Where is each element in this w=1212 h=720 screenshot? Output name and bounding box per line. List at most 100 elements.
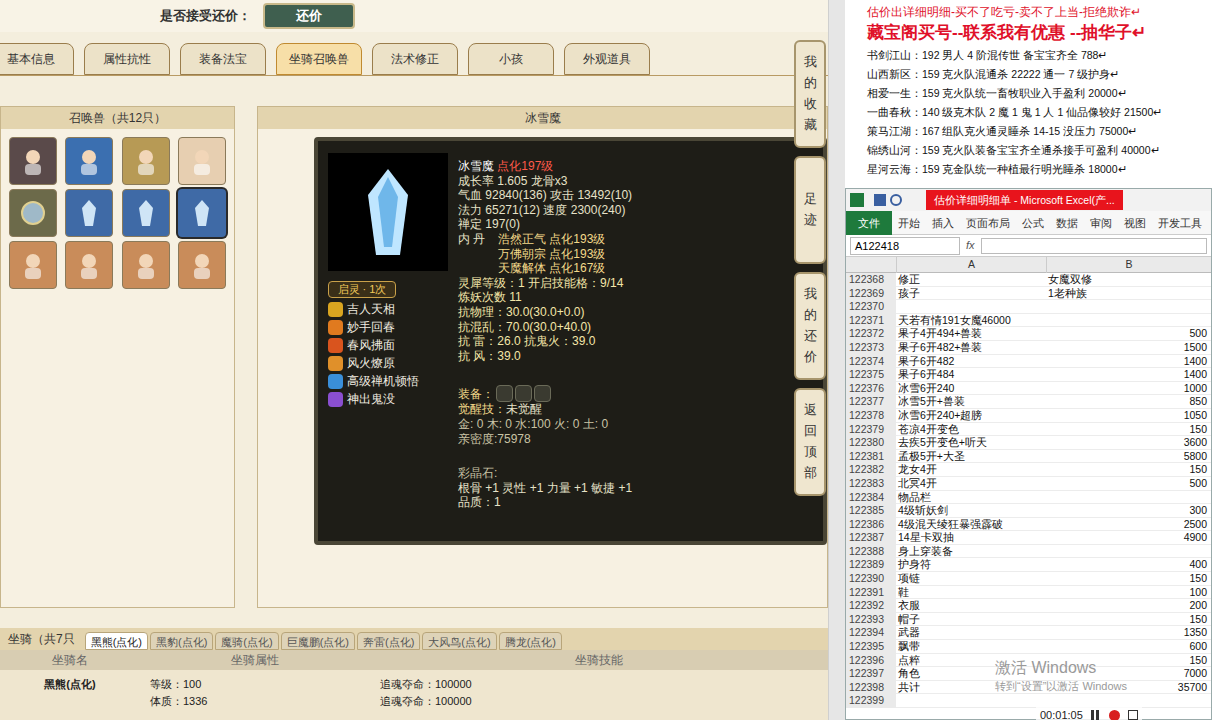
sheet-row[interactable]: 122383北冥4开500 <box>846 477 1211 491</box>
sheet-row[interactable]: 122379苍凉4开变色150 <box>846 423 1211 437</box>
ribbon-tab[interactable]: 公式 <box>1016 211 1050 235</box>
pet-icon[interactable] <box>122 137 170 185</box>
sheet-row[interactable]: 122378冰雪6开240+超膀1050 <box>846 409 1211 423</box>
side-button[interactable]: 我的收藏 <box>794 40 826 148</box>
record-icon[interactable] <box>1109 710 1120 720</box>
tab[interactable]: 属性抗性 <box>84 43 170 75</box>
pet-icon[interactable] <box>122 189 170 237</box>
sheet-row[interactable]: 12238714星卡双抽4900 <box>846 531 1211 545</box>
sheet-row[interactable]: 122390项链150 <box>846 572 1211 586</box>
sheet-row[interactable]: 122391鞋100 <box>846 586 1211 600</box>
excel-title: 估价详细明细单 - Microsoft Excel(产... <box>926 190 1123 210</box>
sheet-row[interactable]: 1223864级混天绫狂暴强霹破2500 <box>846 518 1211 532</box>
counter-offer-button[interactable]: 还价 <box>263 3 355 29</box>
human-icon <box>18 146 48 176</box>
sheet-row[interactable]: 1223854级斩妖剑300 <box>846 504 1211 518</box>
pet-stat: 抗 风：39.0 <box>458 349 823 364</box>
sheet-row[interactable]: 122394武器1350 <box>846 626 1211 640</box>
sheet-row[interactable]: 122389护身符400 <box>846 558 1211 572</box>
mount-tab[interactable]: 黑熊(点化) <box>85 632 148 650</box>
sheet-row[interactable]: 122396点粹150 <box>846 654 1211 668</box>
sheet-row[interactable]: 122384物品栏 <box>846 491 1211 505</box>
tab[interactable]: 法术修正 <box>372 43 458 75</box>
ribbon-tabs: 文件开始插入页面布局公式数据审阅视图开发工具 <box>846 211 1211 235</box>
skill[interactable]: 妙手回春 <box>328 320 458 335</box>
sheet-row[interactable]: 122369孩子1老种族 <box>846 287 1211 301</box>
pet-icon[interactable] <box>65 189 113 237</box>
tab[interactable]: 装备法宝 <box>180 43 266 75</box>
skill[interactable]: 神出鬼没 <box>328 392 458 407</box>
ribbon-tab[interactable]: 文件 <box>846 211 892 235</box>
sheet-row[interactable]: 122380去疾5开变色+听天3600 <box>846 436 1211 450</box>
ribbon-tab[interactable]: 视图 <box>1118 211 1152 235</box>
sheet-row[interactable]: 122382龙女4开150 <box>846 463 1211 477</box>
ribbon-tab[interactable]: 数据 <box>1050 211 1084 235</box>
side-button[interactable]: 我的还价 <box>794 272 826 380</box>
pet-icon[interactable] <box>9 189 57 237</box>
sheet-row[interactable]: 122397角色7000 <box>846 667 1211 681</box>
pet-icon[interactable] <box>178 241 226 289</box>
pet-icon[interactable] <box>178 189 226 237</box>
pause-icon[interactable] <box>1091 710 1101 720</box>
pet-icon[interactable] <box>9 241 57 289</box>
side-button[interactable]: 返回顶部 <box>794 388 826 496</box>
menu-icon[interactable] <box>1128 710 1138 720</box>
sheet-row[interactable]: 122373果子6开482+兽装1500 <box>846 341 1211 355</box>
formula-input[interactable] <box>981 238 1207 254</box>
windows-watermark: 激活 Windows转到“设置”以激活 Windows <box>995 658 1127 694</box>
ribbon-tab[interactable]: 审阅 <box>1084 211 1118 235</box>
undo-icon[interactable] <box>890 194 902 206</box>
equip-slot-icon[interactable] <box>515 385 532 402</box>
sheet-row[interactable]: 122392衣服200 <box>846 599 1211 613</box>
mount-tab[interactable]: 黑豹(点化) <box>150 632 213 650</box>
pet-stat: 抗物理：30.0(30.0+0.0) <box>458 305 823 320</box>
name-box[interactable]: A122418 <box>850 237 960 255</box>
sheet-row[interactable]: 122393帽子150 <box>846 613 1211 627</box>
skill[interactable]: 吉人天相 <box>328 302 458 317</box>
pet-icon[interactable] <box>65 137 113 185</box>
mount-tab[interactable]: 巨魔鹏(点化) <box>281 632 355 650</box>
sheet-row[interactable]: 122381孟极5开+大圣5800 <box>846 450 1211 464</box>
mount-tab[interactable]: 大风鸟(点化) <box>422 632 496 650</box>
sheet-row[interactable]: 122377冰雪5开+兽装850 <box>846 395 1211 409</box>
sheet-row[interactable]: 122368修正女魔双修 <box>846 273 1211 287</box>
sheet-row[interactable]: 122371天若有情191女魔46000 <box>846 314 1211 328</box>
sheet-row[interactable]: 122398共计35700 <box>846 681 1211 695</box>
pet-icon[interactable] <box>178 137 226 185</box>
sheet-row[interactable]: 122376冰雪6开2401000 <box>846 382 1211 396</box>
scroll-gap <box>828 0 845 720</box>
tab[interactable]: 基本信息 <box>0 43 74 75</box>
pet-icon[interactable] <box>122 241 170 289</box>
ribbon-tab[interactable]: 插入 <box>926 211 960 235</box>
ribbon-tab[interactable]: 开发工具 <box>1152 211 1208 235</box>
pet-stat: 抗混乱：70.0(30.0+40.0) <box>458 320 823 335</box>
mount-tab[interactable]: 魔骑(点化) <box>215 632 278 650</box>
mount-row[interactable]: 黑熊(点化)等级：100体质：1336追魂夺命：100000追魂夺命：10000… <box>0 670 828 709</box>
sheet-row[interactable]: 122375果子6开4841400 <box>846 368 1211 382</box>
skill[interactable]: 高级禅机顿悟 <box>328 374 458 389</box>
pet-icon[interactable] <box>9 137 57 185</box>
skill[interactable]: 风火燎原 <box>328 356 458 371</box>
sheet-row[interactable]: 122374果子6开4821400 <box>846 355 1211 369</box>
save-icon[interactable] <box>874 194 886 206</box>
skill[interactable]: 春风拂面 <box>328 338 458 353</box>
sheet-row[interactable]: 122399 <box>846 694 1211 708</box>
equip-slot-icon[interactable] <box>534 385 551 402</box>
equip-slot-icon[interactable] <box>496 385 513 402</box>
sheet-row[interactable]: 122395飘带600 <box>846 640 1211 654</box>
ribbon-tab[interactable]: 开始 <box>892 211 926 235</box>
mount-tab[interactable]: 奔雷(点化) <box>357 632 420 650</box>
skill-icon <box>328 392 343 407</box>
tab[interactable]: 外观道具 <box>564 43 650 75</box>
sheet-row[interactable]: 122372果子4开494+兽装500 <box>846 327 1211 341</box>
sheet-row[interactable]: 122388身上穿装备 <box>846 545 1211 559</box>
tab[interactable]: 小孩 <box>468 43 554 75</box>
pet-icon[interactable] <box>65 241 113 289</box>
tab[interactable]: 坐骑召唤兽 <box>276 43 362 75</box>
pet-stat: 灵犀等级：1 开启技能格：9/14 <box>458 276 823 291</box>
ribbon-tab[interactable]: 页面布局 <box>960 211 1016 235</box>
mount-tab[interactable]: 腾龙(点化) <box>499 632 562 650</box>
sheet-row[interactable]: 122370 <box>846 300 1211 314</box>
right-side: 估价出详细明细-买不了吃亏-卖不了上当-拒绝欺诈↵藏宝阁买号--联系我有优惠 -… <box>845 0 1212 720</box>
side-button[interactable]: 足迹 <box>794 156 826 264</box>
